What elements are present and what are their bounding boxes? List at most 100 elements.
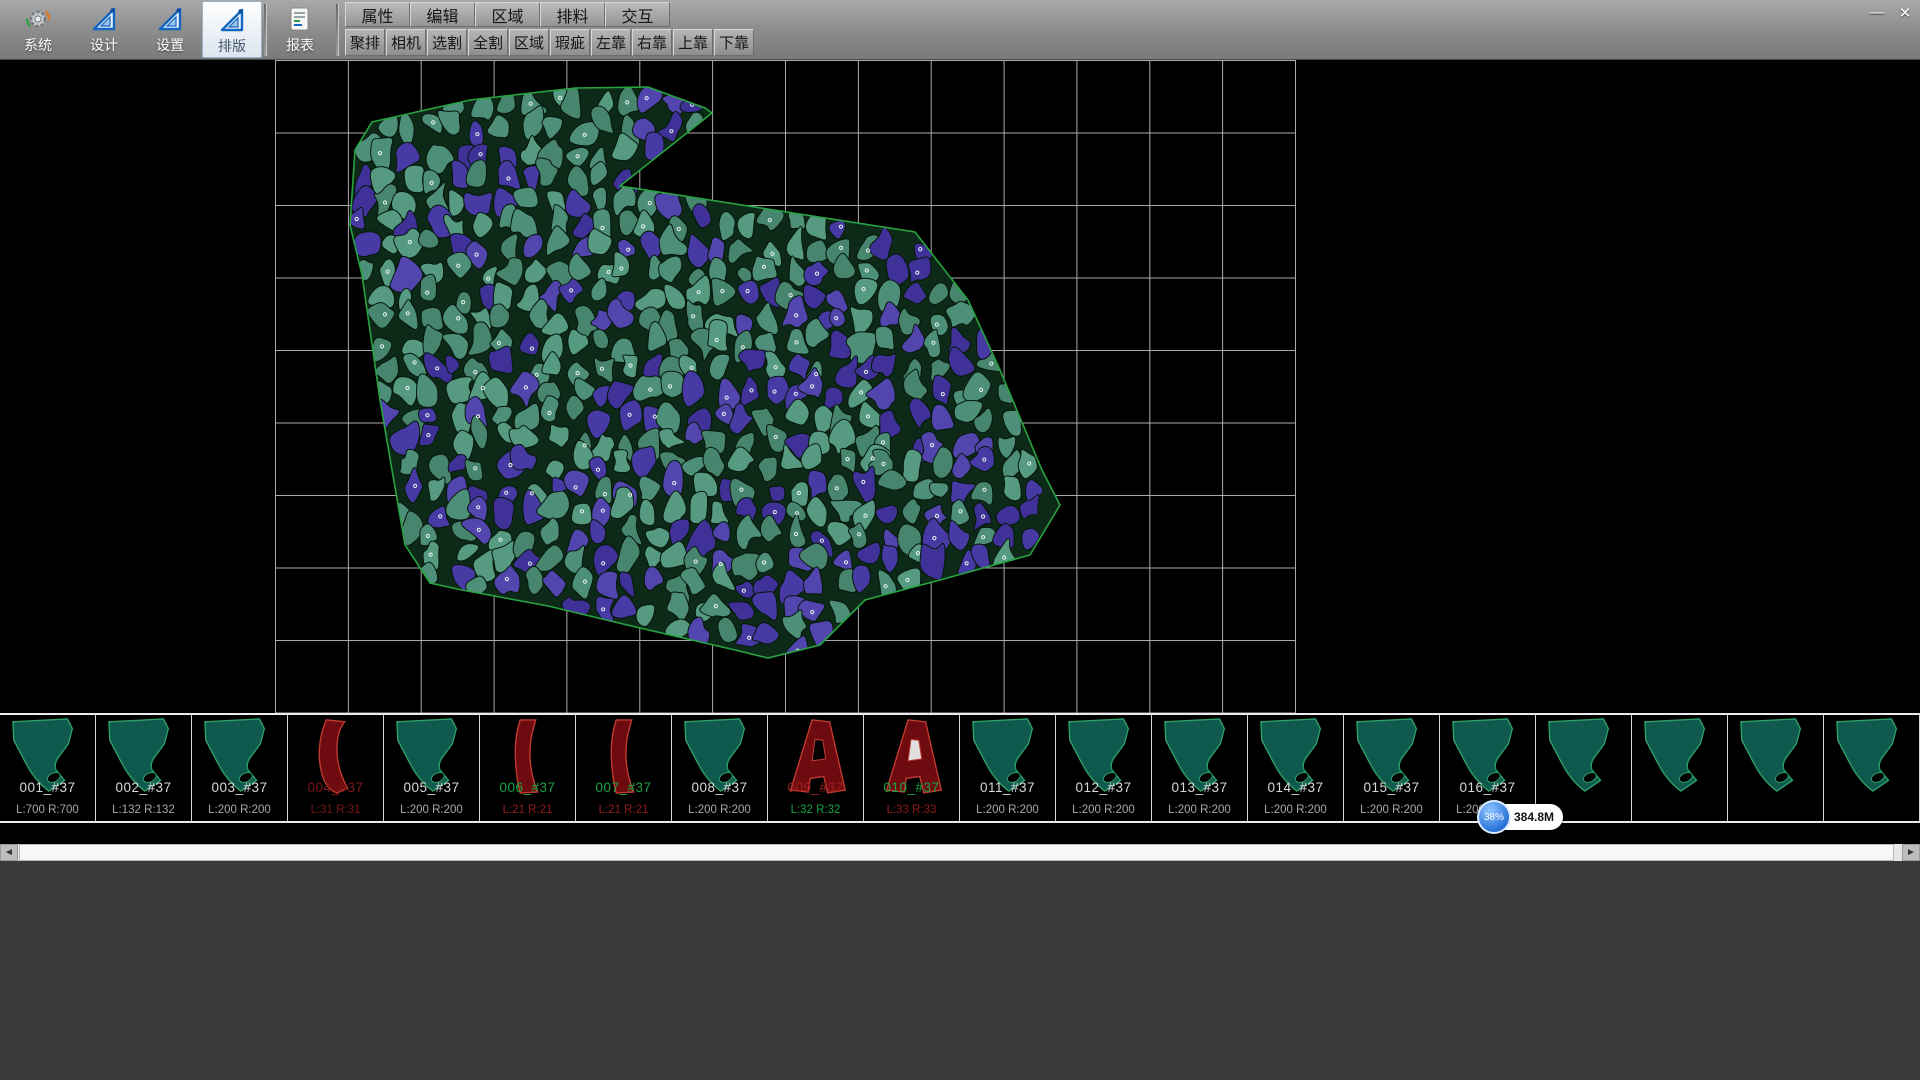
tool-button-2[interactable]: 相机 xyxy=(386,29,426,56)
app-button-label: 排版 xyxy=(218,36,246,56)
app-button-1[interactable]: 系统 xyxy=(8,1,68,58)
menu-button-2[interactable]: 编辑 xyxy=(410,2,475,27)
toolbar: 系统设计设置排版报表 属性编辑区域排料交互 聚排相机选割全割区域瑕疵左靠右靠上靠… xyxy=(0,0,1920,60)
setsquare-icon xyxy=(157,5,183,33)
progress-value: 38% xyxy=(1484,812,1504,823)
menu-button-3[interactable]: 区域 xyxy=(475,2,540,27)
setsquare-icon xyxy=(219,6,245,34)
piece-name: 004_#37 xyxy=(288,780,383,795)
piece-counts: L:200 R:200 xyxy=(192,804,287,816)
horizontal-scrollbar[interactable]: ◄ ► xyxy=(0,844,1920,861)
tool-button-9[interactable]: 上靠 xyxy=(673,29,713,56)
piece-name: 006_#37 xyxy=(480,780,575,795)
piece-thumbnail-6[interactable]: 006_#37 L:21 R:21 xyxy=(480,715,576,821)
piece-name: 005_#37 xyxy=(384,780,479,795)
piece-thumbnail-10[interactable]: 010_#37L:33 R:33 xyxy=(864,715,960,821)
tool-button-8[interactable]: 右靠 xyxy=(632,29,672,56)
app-button-label: 系统 xyxy=(24,35,52,55)
piece-counts: L:132 R:132 xyxy=(96,804,191,816)
close-button[interactable]: ✕ xyxy=(1896,4,1914,22)
piece-counts: L:200 R:200 xyxy=(1056,804,1151,816)
piece-thumbnail-11[interactable]: 011_#37L:200 R:200 xyxy=(960,715,1056,821)
app-button-3[interactable]: 设置 xyxy=(140,1,200,58)
piece-thumbnail-5[interactable]: 005_#37 L:200 R:200 xyxy=(384,715,480,821)
piece-filmstrip: 001_#37 L:700 R:700002_#37 L:132 R:132003_… xyxy=(0,713,1920,823)
window-controls: — ✕ xyxy=(1868,4,1914,22)
toolbar-divider xyxy=(336,4,338,56)
menu-button-4[interactable]: 排料 xyxy=(540,2,605,27)
piece-thumbnail-18[interactable] xyxy=(1632,715,1728,821)
tool-button-4[interactable]: 全割 xyxy=(468,29,508,56)
piece-thumbnail-4[interactable]: 004_#37 L:31 R:31 xyxy=(288,715,384,821)
piece-thumbnail-7[interactable]: 007_#37 L:21 R:21 xyxy=(576,715,672,821)
piece-shape xyxy=(1827,716,1915,794)
piece-name: 003_#37 xyxy=(192,780,287,795)
toolbar-divider xyxy=(264,4,266,56)
tool-bar: 聚排相机选割全割区域瑕疵左靠右靠上靠下靠 xyxy=(345,29,755,56)
piece-name: 011_#37 xyxy=(960,780,1055,795)
piece-thumbnail-14[interactable]: 014_#37 L:200 R:200 xyxy=(1248,715,1344,821)
piece-name: 008_#37 xyxy=(672,780,767,795)
app-button-label: 报表 xyxy=(286,35,314,55)
scroll-thumb[interactable] xyxy=(19,844,1894,861)
piece-thumbnail-9[interactable]: 009_#37 L:32 R:32 xyxy=(768,715,864,821)
tool-button-1[interactable]: 聚排 xyxy=(345,29,385,56)
tool-button-5[interactable]: 区域 xyxy=(509,29,549,56)
piece-thumbnail-3[interactable]: 003_#37 L:200 R:200 xyxy=(192,715,288,821)
minimize-button[interactable]: — xyxy=(1868,4,1886,22)
memory-usage-badge: 384.8M 38% xyxy=(1477,800,1565,834)
piece-counts: L:33 R:33 xyxy=(864,804,959,816)
progress-circle: 38% xyxy=(1477,800,1511,834)
piece-thumbnail-8[interactable]: 008_#37 L:200 R:200 xyxy=(672,715,768,821)
piece-name: 007_#37 xyxy=(576,780,671,795)
piece-counts: L:21 R:21 xyxy=(480,804,575,816)
piece-name: 014_#37 xyxy=(1248,780,1343,795)
piece-counts: L:21 R:21 xyxy=(576,804,671,816)
scroll-left-button[interactable]: ◄ xyxy=(0,844,18,861)
piece-counts: L:200 R:200 xyxy=(672,804,767,816)
piece-thumbnail-13[interactable]: 013_#37L:200 R:200 xyxy=(1152,715,1248,821)
piece-counts: L:32 R:32 xyxy=(768,804,863,816)
piece-thumbnail-1[interactable]: 001_#37 L:700 R:700 xyxy=(0,715,96,821)
piece-name: 015_#37 xyxy=(1344,780,1439,795)
scroll-track[interactable] xyxy=(18,844,1902,861)
piece-name: 001_#37 xyxy=(0,780,95,795)
nesting-canvas-svg[interactable] xyxy=(0,60,1920,713)
app-button-2[interactable]: 设计 xyxy=(74,1,134,58)
piece-thumbnail-12[interactable]: 012_#37 L:200 R:200 xyxy=(1056,715,1152,821)
menu-bar: 属性编辑区域排料交互 xyxy=(345,2,670,27)
piece-name: 002_#37 xyxy=(96,780,191,795)
menu-button-5[interactable]: 交互 xyxy=(605,2,670,27)
piece-thumbnail-2[interactable]: 002_#37 L:132 R:132 xyxy=(96,715,192,821)
piece-counts: L:700 R:700 xyxy=(0,804,95,816)
app-button-label: 设置 xyxy=(156,35,184,55)
piece-counts: L:200 R:200 xyxy=(384,804,479,816)
app-button-5[interactable]: 报表 xyxy=(270,1,330,58)
menu-button-1[interactable]: 属性 xyxy=(345,2,410,27)
tool-button-6[interactable]: 瑕疵 xyxy=(550,29,590,56)
tool-button-3[interactable]: 选割 xyxy=(427,29,467,56)
piece-counts: L:200 R:200 xyxy=(1248,804,1343,816)
nesting-canvas[interactable] xyxy=(0,60,1920,713)
setsquare-icon xyxy=(91,5,117,33)
piece-name: 009_#37 xyxy=(768,780,863,795)
piece-thumbnail-19[interactable] xyxy=(1728,715,1824,821)
piece-thumbnail-20[interactable] xyxy=(1824,715,1920,821)
memory-value: 384.8M xyxy=(1514,810,1554,824)
gear-icon xyxy=(25,5,51,33)
app-button-4[interactable]: 排版 xyxy=(202,1,262,58)
filmstrip-gap xyxy=(0,823,1920,844)
tool-button-10[interactable]: 下靠 xyxy=(714,29,754,56)
piece-counts: L:31 R:31 xyxy=(288,804,383,816)
piece-shape xyxy=(1731,716,1819,794)
bottom-panel xyxy=(0,861,1920,1080)
piece-name: 013_#37 xyxy=(1152,780,1247,795)
report-icon xyxy=(287,5,313,33)
piece-name: 012_#37 xyxy=(1056,780,1151,795)
tool-button-7[interactable]: 左靠 xyxy=(591,29,631,56)
scroll-right-button[interactable]: ► xyxy=(1902,844,1920,861)
piece-name: 016_#37 xyxy=(1440,780,1535,795)
app-launcher: 系统 设计设置 排版 报表 xyxy=(0,0,340,60)
piece-counts: L:200 R:200 xyxy=(1344,804,1439,816)
piece-thumbnail-15[interactable]: 015_#37 L:200 R:200 xyxy=(1344,715,1440,821)
